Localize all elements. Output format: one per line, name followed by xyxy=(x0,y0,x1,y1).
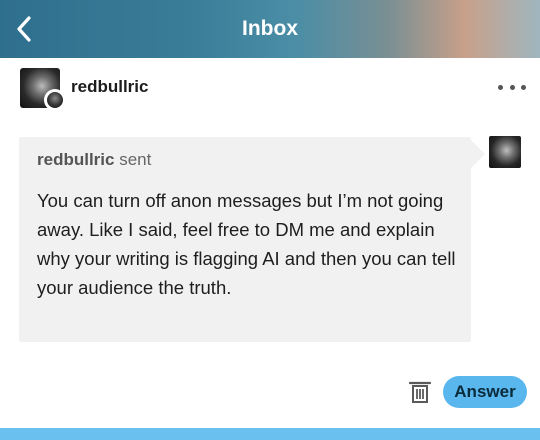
sender-avatar[interactable] xyxy=(489,136,521,168)
bottom-bar xyxy=(0,428,540,440)
delete-button[interactable] xyxy=(408,380,432,404)
bubble-tail xyxy=(471,140,485,168)
message-text: You can turn off anon messages but I’m n… xyxy=(37,190,456,298)
username[interactable]: redbullric xyxy=(71,77,148,97)
avatar-badge xyxy=(44,89,66,111)
back-button[interactable] xyxy=(10,14,38,44)
answer-button[interactable]: Answer xyxy=(443,376,527,408)
sender-line: redbullric sent xyxy=(37,150,151,170)
sender-name[interactable]: redbullric xyxy=(37,150,114,169)
more-options-button[interactable] xyxy=(498,78,526,96)
chevron-left-icon xyxy=(17,16,31,42)
trash-icon xyxy=(408,381,432,403)
page-title: Inbox xyxy=(242,17,298,40)
sent-label: sent xyxy=(119,150,152,169)
top-bar: Inbox xyxy=(0,0,540,58)
ellipsis-icon xyxy=(498,84,503,90)
